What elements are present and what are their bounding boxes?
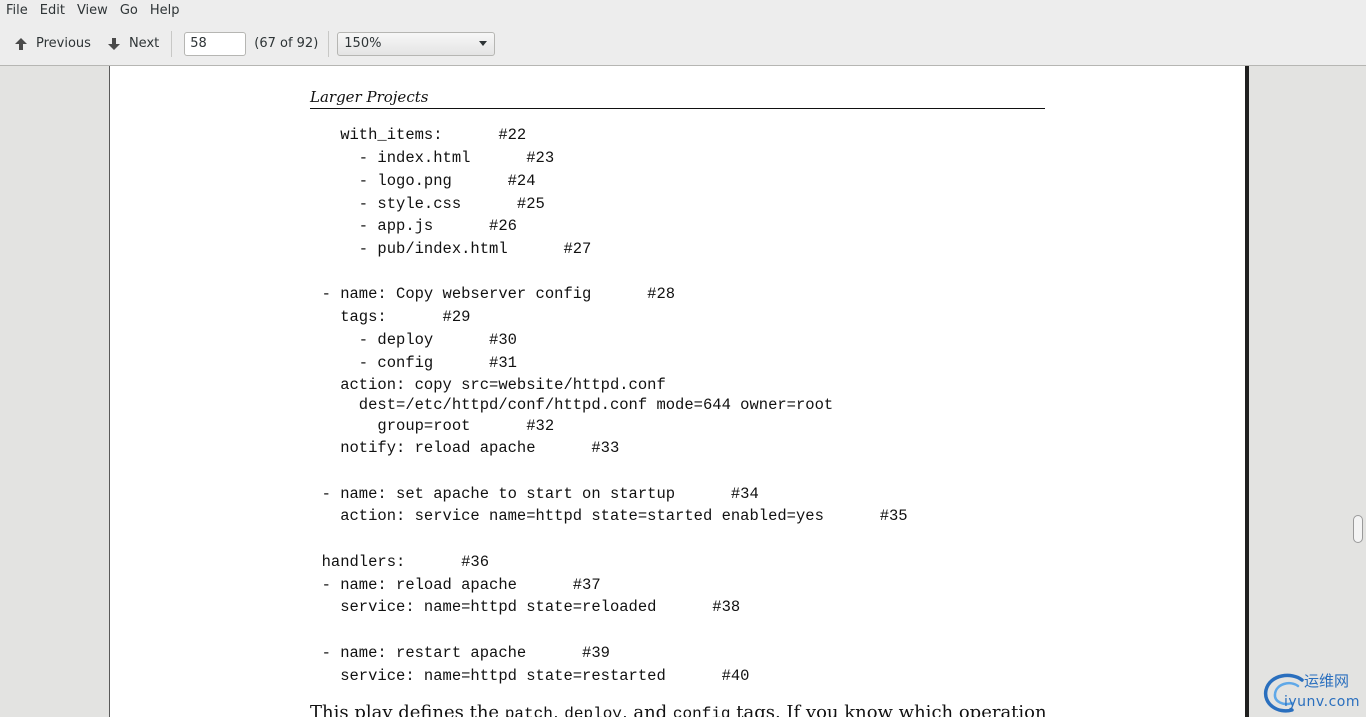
body-text-part: tags. If you know which operation [730,702,1047,717]
previous-label: Previous [36,36,91,51]
toolbar: Previous Next (67 of 92) 150% [0,22,1366,66]
code-line: - logo.png #24 [303,172,536,190]
code-line: - config #31 [303,354,517,372]
watermark-text: 运维网 [1304,672,1350,690]
code-line: - app.js #26 [303,217,517,235]
code-line: - name: restart apache #39 [303,644,610,662]
page-count: (67 of 92) [254,36,319,51]
previous-button[interactable]: Previous [8,30,97,58]
code-line: with_items: #22 [303,126,527,144]
next-button[interactable]: Next [101,30,165,58]
body-text-part: , and [621,702,673,717]
code-line: dest=/etc/httpd/conf/httpd.conf mode=644… [303,396,834,414]
body-paragraph: This play defines the patch, deploy, and… [310,702,1047,717]
code-line: service: name=httpd state=restarted #40 [303,667,750,685]
arrow-up-icon [15,37,27,50]
code-line: notify: reload apache #33 [303,439,620,457]
scrollbar-thumb[interactable] [1353,515,1363,543]
body-text-part: , [552,702,565,717]
watermark-logo: 运维网 iyunv.com [1262,668,1366,717]
page-edge [1245,66,1249,717]
menu-help[interactable]: Help [144,0,186,22]
vertical-scrollbar[interactable] [1351,66,1366,717]
document-page: Larger Projects with_items: #22 - index.… [109,66,1247,717]
code-line: action: service name=httpd state=started… [303,507,908,525]
code-line: - name: Copy webserver config #28 [303,285,676,303]
code-line: - style.css #25 [303,195,545,213]
inline-code: patch [504,705,553,717]
menu-go[interactable]: Go [114,0,144,22]
zoom-select[interactable]: 150% [337,31,496,56]
body-text-part: This play defines the [310,702,505,717]
code-line: - name: set apache to start on startup #… [303,485,759,503]
code-line: - deploy #30 [303,331,517,349]
code-line: group=root #32 [303,417,555,435]
code-line: service: name=httpd state=reloaded #38 [303,598,741,616]
menu-bar: File Edit View Go Help [0,0,1366,22]
page-number-input[interactable] [184,31,247,56]
document-viewer[interactable]: Larger Projects with_items: #22 - index.… [0,66,1366,717]
code-line: - pub/index.html #27 [303,240,592,258]
code-line: action: copy src=website/httpd.conf [303,376,666,394]
menu-view[interactable]: View [71,0,114,22]
next-label: Next [128,36,160,51]
chevron-down-icon [479,40,488,46]
arrow-down-icon [107,37,120,50]
code-line: - index.html #23 [303,149,555,167]
watermark-url: iyunv.com [1284,694,1360,710]
toolbar-separator [328,30,330,57]
code-line: tags: #29 [303,308,471,326]
toolbar-separator [171,30,173,57]
menu-edit[interactable]: Edit [34,0,71,22]
inline-code: config [672,705,731,717]
menu-file[interactable]: File [0,0,34,22]
code-line: - name: reload apache #37 [303,576,601,594]
code-line: handlers: #36 [303,553,490,571]
zoom-value: 150% [344,36,382,51]
inline-code: deploy [564,705,622,717]
running-head: Larger Projects [310,88,1045,109]
